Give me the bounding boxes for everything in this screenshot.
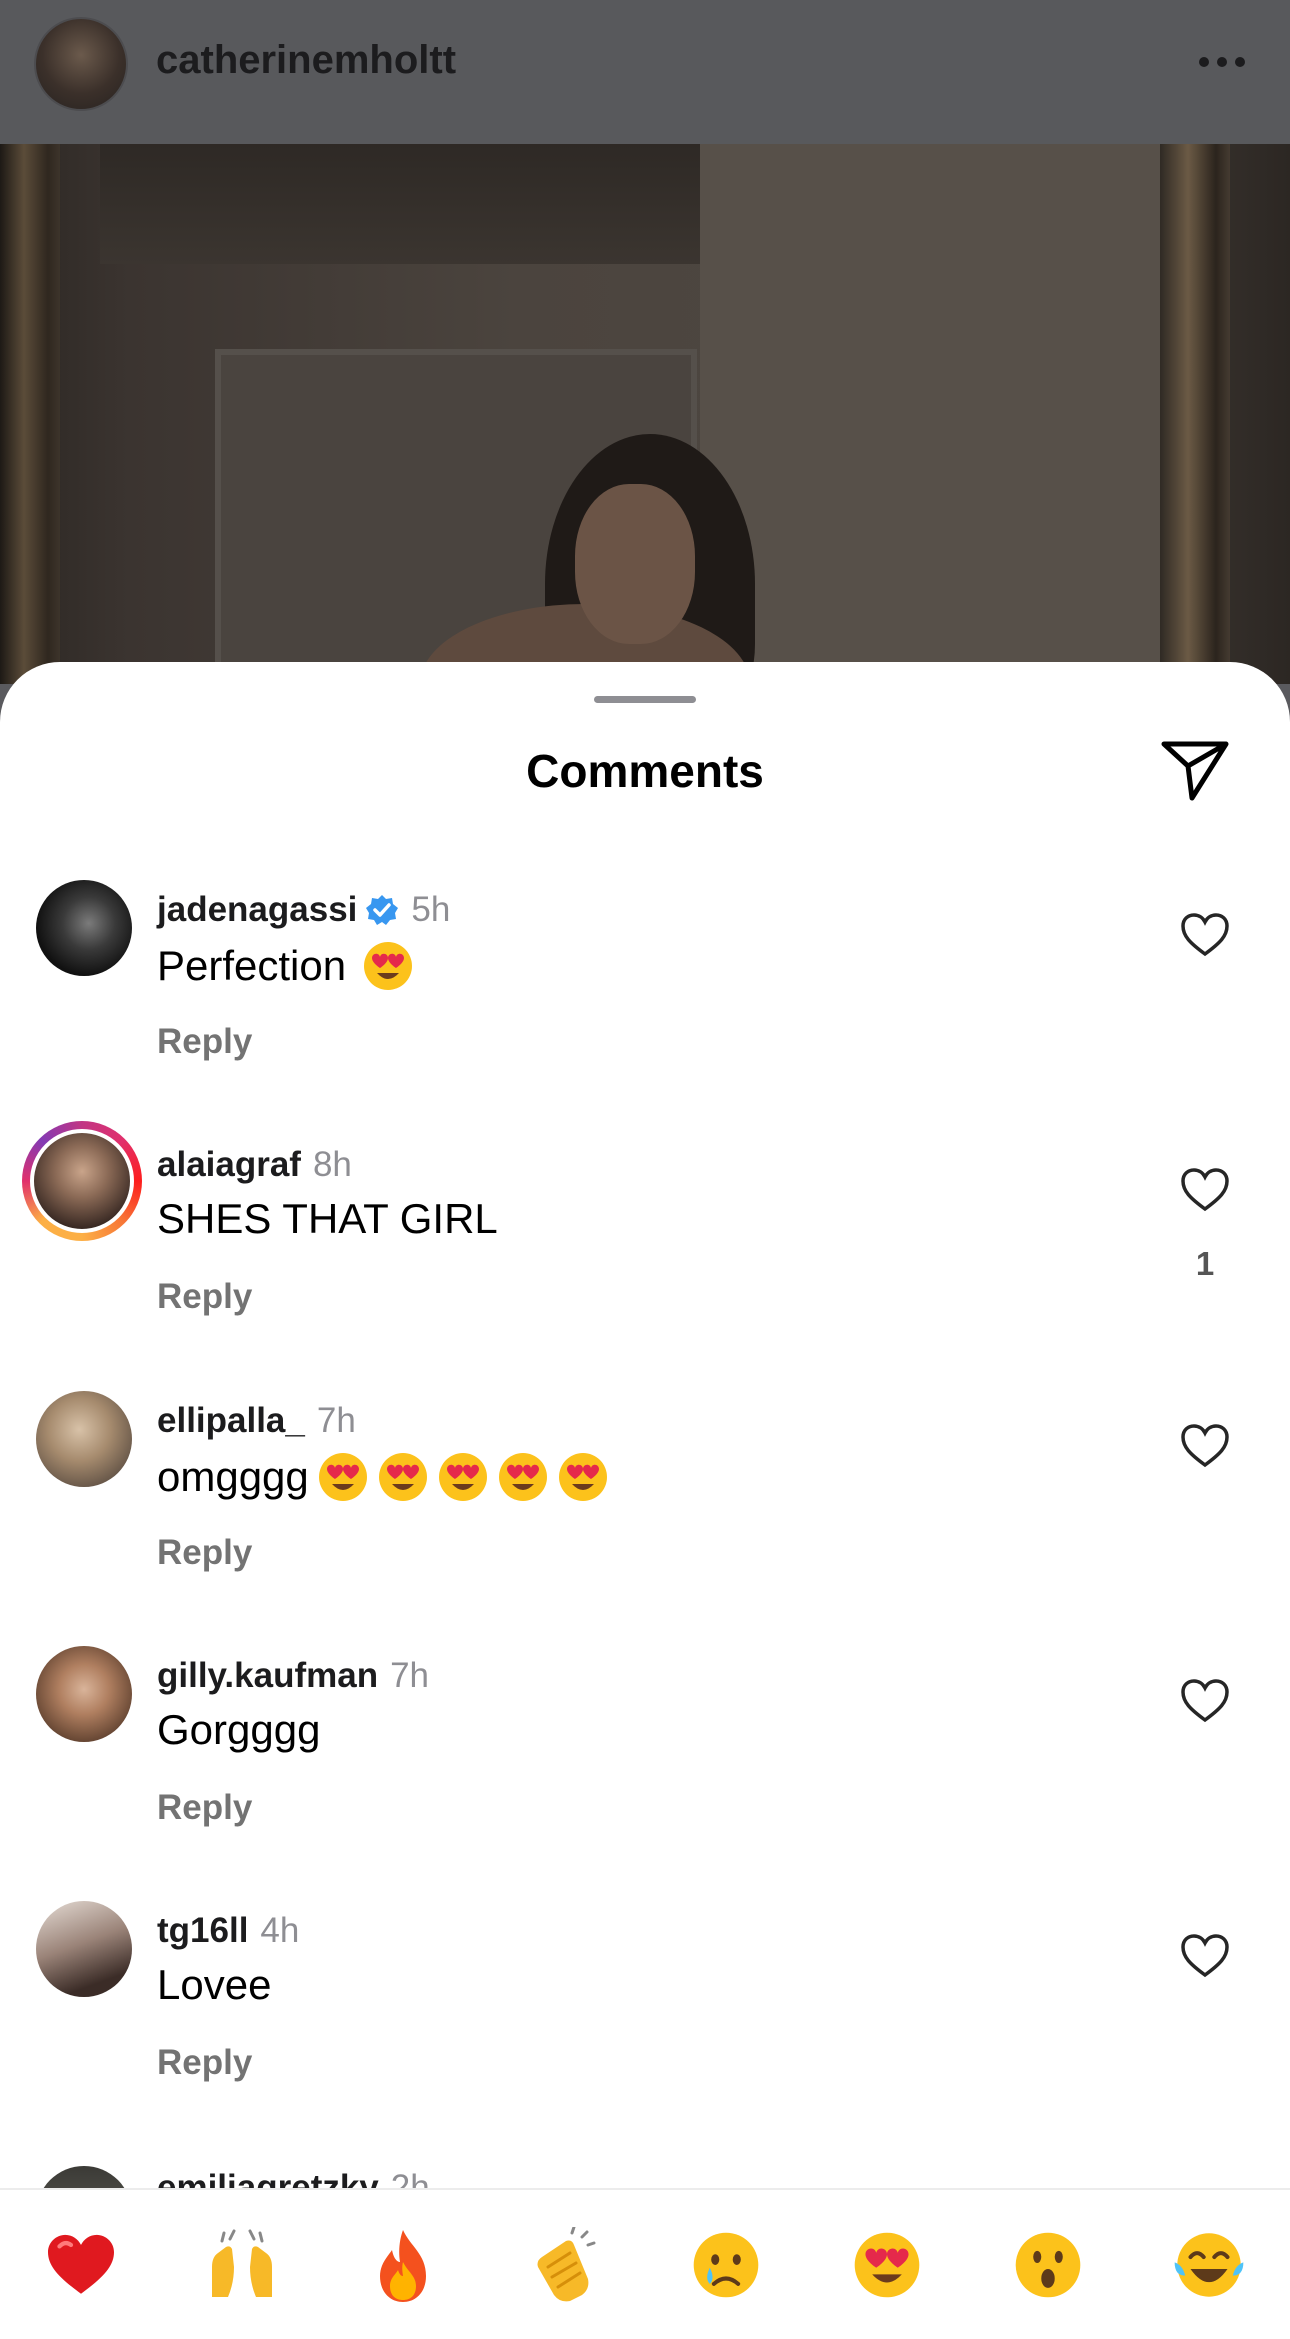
avatar[interactable]: [36, 880, 132, 976]
comment-text: Lovee: [157, 1961, 272, 2008]
tears-of-joy-reaction-button[interactable]: [1169, 2225, 1249, 2305]
red-heart-icon: [47, 2234, 114, 2294]
comment-time: 4h: [260, 1911, 300, 1950]
heart-eyes-emoji-icon: [438, 1453, 487, 1501]
comment-time: 7h: [390, 1656, 430, 1695]
heart-eyes-reaction-button[interactable]: [847, 2225, 927, 2305]
comment-text: SHES THAT GIRL: [157, 1195, 498, 1242]
comment-row: jadenagassi 5h Perfection Reply: [0, 880, 1290, 1120]
reply-button[interactable]: Reply: [157, 2043, 252, 2083]
red-heart-reaction-button[interactable]: [41, 2225, 121, 2305]
avatar[interactable]: [36, 2166, 132, 2188]
post-author-avatar[interactable]: [34, 17, 128, 111]
heart-outline-icon[interactable]: [1180, 1423, 1230, 1469]
heart-outline-icon[interactable]: [1180, 912, 1230, 958]
raising-hands-reaction-button[interactable]: [202, 2225, 282, 2305]
surprised-face-reaction-button[interactable]: [1008, 2225, 1088, 2305]
comments-sheet: Comments jadenagassi 5h Perfection Reply: [0, 662, 1290, 2337]
heart-eyes-icon: [854, 2232, 920, 2297]
post-photo: [0, 144, 1290, 684]
tears-of-joy-icon: [1175, 2232, 1244, 2297]
heart-eyes-emoji-icon: [364, 942, 413, 990]
share-send-icon[interactable]: [1160, 738, 1230, 802]
comment-username[interactable]: emiliagretzky: [157, 2168, 379, 2188]
reply-button[interactable]: Reply: [157, 1022, 252, 1062]
heart-outline-icon[interactable]: [1180, 1167, 1230, 1213]
like-count: 1: [1195, 1245, 1215, 1282]
clapping-hands-reaction-button[interactable]: [524, 2225, 604, 2305]
sheet-grabber[interactable]: [594, 696, 696, 703]
avatar-with-story-ring[interactable]: [22, 1121, 142, 1241]
heart-outline-icon[interactable]: [1180, 1678, 1230, 1724]
crying-face-reaction-button[interactable]: [686, 2225, 766, 2305]
comment-text: omgggg: [157, 1453, 309, 1500]
quick-reaction-bar: [0, 2188, 1290, 2339]
comment-row: ellipalla_ 7h omgggg Reply: [0, 1391, 1290, 1631]
comment-row-partial: emiliagretzky 2h: [0, 2156, 1290, 2188]
heart-eyes-emoji-icon: [558, 1453, 607, 1501]
reply-button[interactable]: Reply: [157, 1788, 252, 1828]
comment-time: 8h: [312, 1145, 352, 1184]
post-author-username[interactable]: catherinemholtt: [156, 38, 456, 83]
comment-username[interactable]: jadenagassi: [157, 890, 357, 930]
surprised-face-icon: [1015, 2232, 1081, 2297]
heart-eyes-emoji-icon: [318, 1453, 367, 1501]
heart-outline-icon[interactable]: [1180, 1933, 1230, 1979]
comment-username[interactable]: tg16ll: [157, 1911, 248, 1951]
avatar[interactable]: [36, 1901, 132, 1997]
fire-icon: [380, 2229, 427, 2302]
verified-badge-icon: [366, 895, 399, 925]
clapping-hands-icon: [537, 2226, 596, 2301]
fire-reaction-button[interactable]: [363, 2225, 443, 2305]
avatar[interactable]: [36, 1391, 132, 1487]
comment-row: alaiagraf 8h SHES THAT GIRL Reply 1: [0, 1121, 1290, 1375]
comment-username[interactable]: alaiagraf: [157, 1145, 301, 1185]
comment-username[interactable]: ellipalla_: [157, 1401, 305, 1441]
raising-hands-icon: [211, 2229, 272, 2297]
comment-time: 2h: [390, 2168, 430, 2188]
crying-face-icon: [693, 2232, 758, 2297]
heart-eyes-emoji-icon: [498, 1453, 547, 1501]
comment-time: 5h: [411, 890, 451, 929]
sheet-title: Comments: [526, 745, 764, 797]
comment-text: Perfection: [157, 942, 347, 989]
comment-username[interactable]: gilly.kaufman: [157, 1656, 378, 1696]
comment-time: 7h: [316, 1401, 356, 1440]
reply-button[interactable]: Reply: [157, 1533, 252, 1573]
post-header: catherinemholtt: [0, 0, 1290, 144]
comment-row: tg16ll 4h Lovee Reply: [0, 1901, 1290, 2141]
reply-button[interactable]: Reply: [157, 1277, 252, 1317]
comment-text: Gorgggg: [157, 1706, 321, 1753]
heart-eyes-emoji-icon: [378, 1453, 427, 1501]
more-options-icon[interactable]: [1196, 52, 1248, 72]
comment-row: gilly.kaufman 7h Gorgggg Reply: [0, 1646, 1290, 1886]
avatar[interactable]: [36, 1646, 132, 1742]
